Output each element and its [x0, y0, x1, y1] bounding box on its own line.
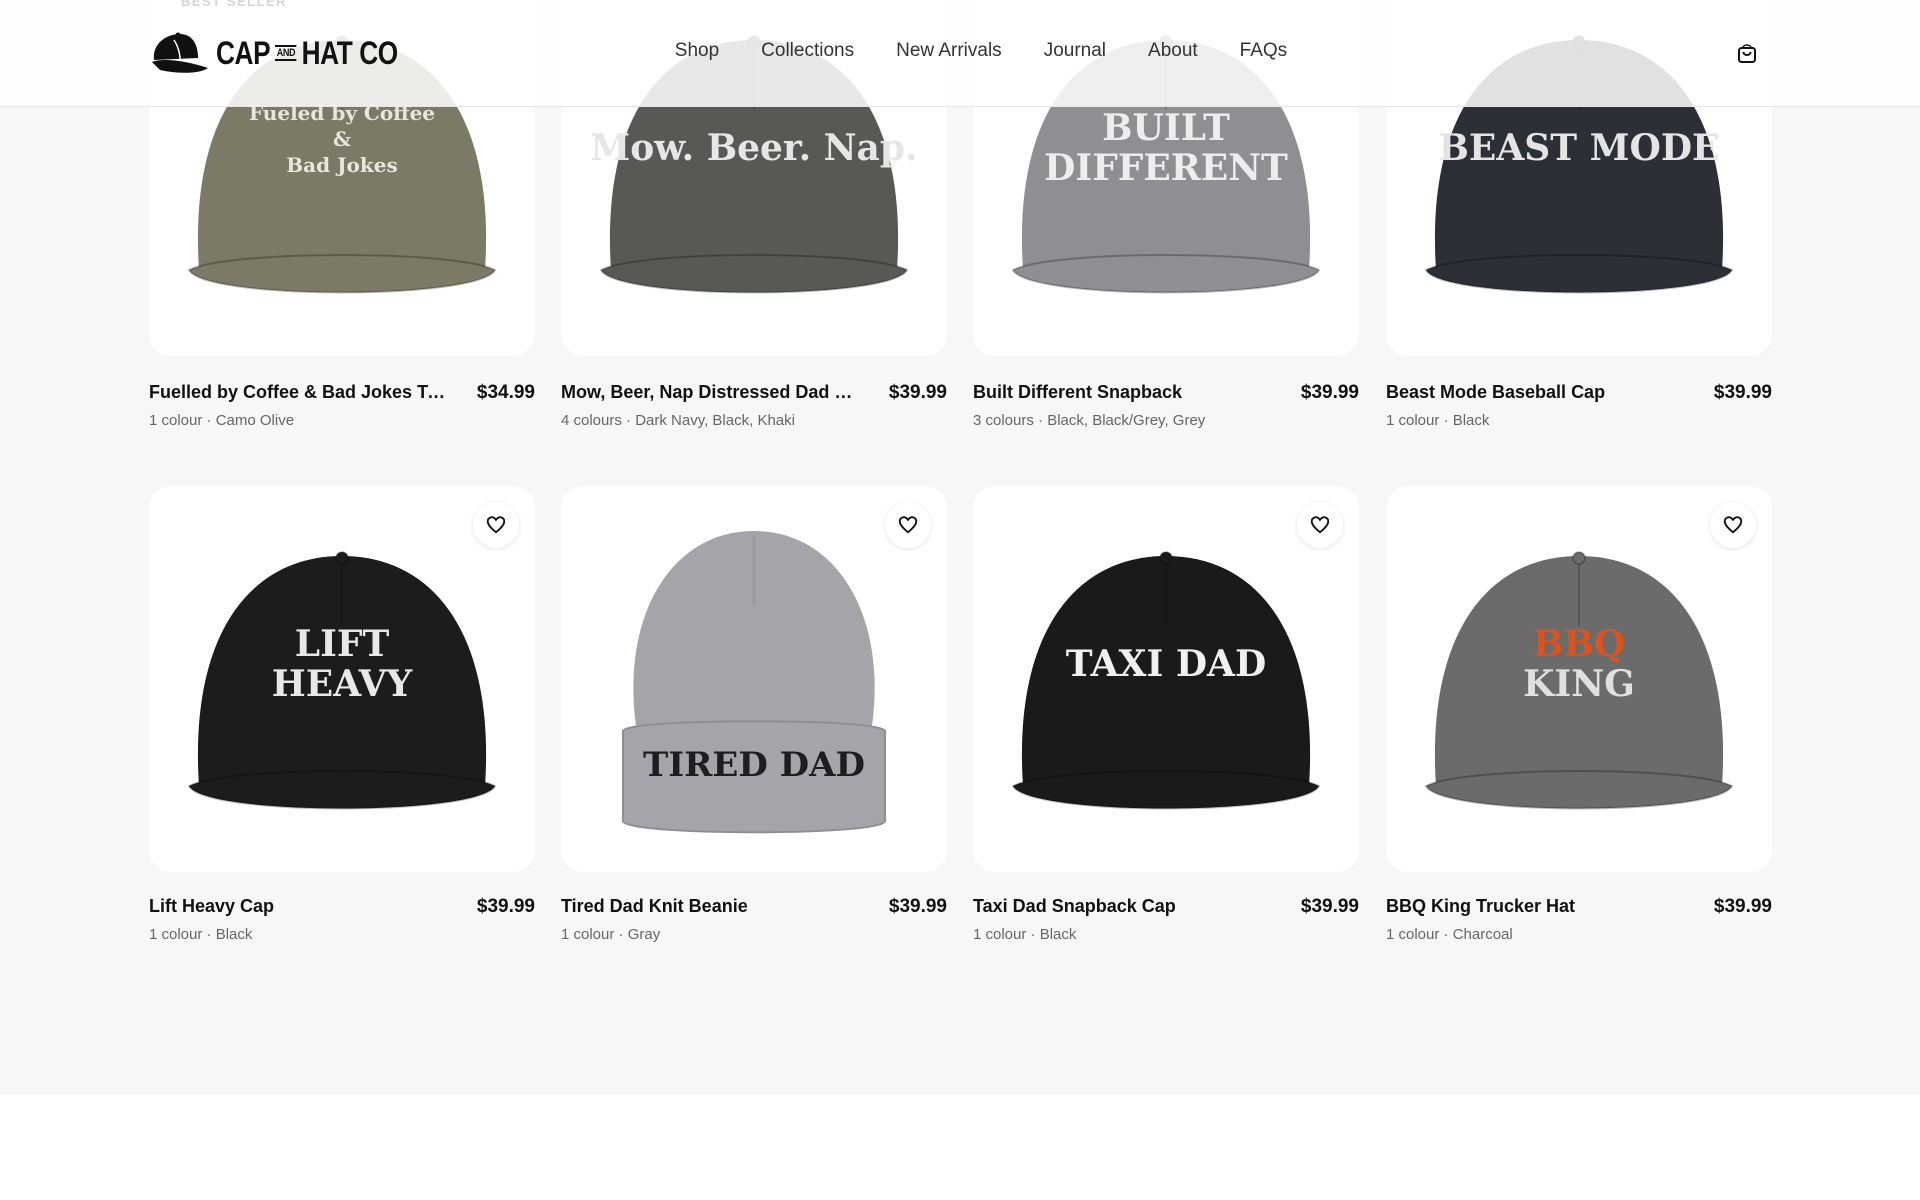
shopping-bag-icon[interactable] — [1736, 42, 1758, 64]
product-price: $39.99 — [476, 896, 535, 917]
product-price: $39.99 — [1713, 896, 1772, 917]
wishlist-button[interactable] — [1710, 502, 1756, 548]
hat-print-text: & — [333, 127, 351, 151]
nav-item-faqs[interactable]: FAQs — [1219, 40, 1309, 62]
heart-icon — [486, 516, 506, 534]
product-price: $34.99 — [476, 382, 535, 403]
product-image[interactable]: TAXI DAD — [973, 486, 1359, 872]
hat-print-text: KING — [1523, 663, 1635, 705]
hat-print-text: DIFFERENT — [1044, 147, 1288, 189]
product-title[interactable]: Mow, Beer, Nap Distressed Dad Hat — [561, 382, 861, 403]
product-title[interactable]: BBQ King Trucker Hat — [1386, 896, 1686, 917]
hat-print-text: BUILT — [1102, 107, 1230, 149]
hat-print-text: BBQ — [1533, 623, 1625, 665]
heart-icon — [1310, 516, 1330, 534]
product-title[interactable]: Taxi Dad Snapback Cap — [973, 896, 1273, 917]
product-image[interactable]: LIFT HEAVY — [149, 486, 535, 872]
product-colours: 4 colours · Dark Navy, Black, Khaki — [561, 412, 795, 429]
hat-print-text: LIFT — [295, 623, 390, 665]
nav-item-about[interactable]: About — [1127, 40, 1219, 62]
product-colours: 1 colour · Black — [149, 926, 253, 943]
wishlist-button[interactable] — [885, 502, 931, 548]
brand-name-right: HAT CO — [301, 34, 399, 71]
hat-print-text: TIRED DAD — [643, 745, 865, 785]
best-seller-badge: BEST SELLER — [181, 0, 288, 9]
product-price: $39.99 — [1300, 896, 1359, 917]
hat-print-text: BEAST MODE — [1439, 127, 1720, 169]
product-price: $39.99 — [1713, 382, 1772, 403]
hat-print-text: Bad Jokes — [286, 153, 397, 177]
wishlist-button[interactable] — [473, 502, 519, 548]
nav-item-new-arrivals[interactable]: New Arrivals — [875, 40, 1023, 62]
hat-illustration: BBQKING — [1424, 551, 1734, 810]
site-header: CAP AND HAT CO Shop Collections New Arri… — [0, 0, 1920, 107]
product-title[interactable]: Fuelled by Coffee & Bad Jokes Trucker Ha… — [149, 382, 449, 403]
hat-print-text: Mow. Beer. Nap. — [590, 127, 917, 169]
product-colours: 1 colour · Black — [973, 926, 1077, 943]
product-price: $39.99 — [888, 896, 947, 917]
product-title[interactable]: Lift Heavy Cap — [149, 896, 449, 917]
heart-icon — [898, 516, 918, 534]
brand-name-and: AND — [275, 45, 297, 61]
product-price: $39.99 — [888, 382, 947, 403]
product-price: $39.99 — [1300, 382, 1359, 403]
product-title[interactable]: Beast Mode Baseball Cap — [1386, 382, 1686, 403]
cap-logo-icon — [152, 32, 208, 73]
product-colours: 1 colour · Camo Olive — [149, 412, 295, 429]
product-colours: 1 colour · Charcoal — [1386, 926, 1513, 943]
brand-wordmark: CAP AND HAT CO — [216, 35, 398, 72]
product-colours: 1 colour · Black — [1386, 412, 1490, 429]
product-image[interactable]: BBQ KING — [1386, 486, 1772, 872]
hat-print-text: TAXI DAD — [1066, 643, 1266, 685]
hat-print-text: HEAVY — [272, 663, 414, 705]
hat-illustration: LIFTHEAVY — [187, 551, 497, 810]
nav-item-journal[interactable]: Journal — [1023, 40, 1127, 62]
product-title[interactable]: Built Different Snapback — [973, 382, 1273, 403]
heart-icon — [1723, 516, 1743, 534]
product-image[interactable]: TIRED DAD — [561, 486, 947, 872]
hat-illustration: TAXI DAD — [1011, 551, 1321, 810]
brand-logo[interactable]: CAP AND HAT CO — [148, 30, 438, 76]
product-colours: 1 colour · Gray — [561, 926, 661, 943]
wishlist-button[interactable] — [1297, 502, 1343, 548]
hat-illustration: TIRED DAD — [622, 531, 886, 834]
product-title[interactable]: Tired Dad Knit Beanie — [561, 896, 861, 917]
brand-name-left: CAP — [216, 34, 271, 71]
nav-item-collections[interactable]: Collections — [740, 40, 875, 62]
nav-item-shop[interactable]: Shop — [654, 40, 740, 62]
nav-list: Shop Collections New Arrivals Journal Ab… — [654, 40, 1308, 62]
product-colours: 3 colours · Black, Black/Grey, Grey — [973, 412, 1206, 429]
